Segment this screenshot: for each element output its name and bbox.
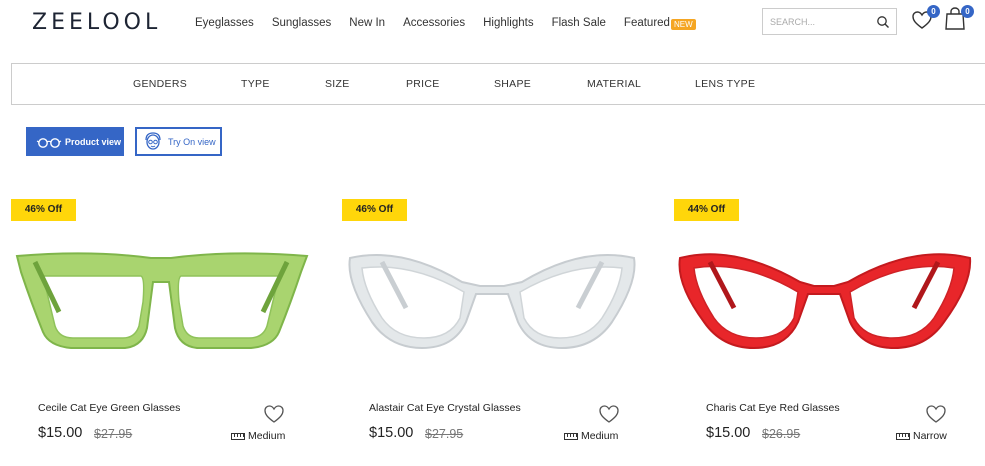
product-name[interactable]: Alastair Cat Eye Crystal Glasses xyxy=(369,402,521,414)
main-nav: Eyeglasses Sunglasses New In Accessories… xyxy=(195,17,714,30)
nav-eyeglasses[interactable]: Eyeglasses xyxy=(195,17,254,29)
try-on-view-button[interactable]: Try On view xyxy=(135,127,222,156)
filter-genders[interactable]: GENDERS xyxy=(133,78,187,90)
product-price: $15.00 xyxy=(38,425,83,441)
nav-flash-sale[interactable]: Flash Sale xyxy=(552,17,606,29)
product-card[interactable]: 46% Off Cecile Cat Eye Green Glasses $15… xyxy=(11,198,321,466)
product-price: $15.00 xyxy=(706,425,751,441)
filter-material[interactable]: MATERIAL xyxy=(587,78,641,90)
ruler-icon xyxy=(564,432,578,440)
product-price: $15.00 xyxy=(369,425,414,441)
nav-accessories[interactable]: Accessories xyxy=(403,17,465,29)
product-image-green-cat-eye-glasses[interactable] xyxy=(11,242,311,362)
product-view-label: Product view xyxy=(65,136,122,147)
brand-logo[interactable]: ZEELOOL xyxy=(32,10,161,35)
glasses-icon xyxy=(36,137,62,148)
product-image-red-cat-eye-glasses[interactable] xyxy=(674,242,974,362)
ruler-icon xyxy=(896,432,910,440)
frame-size-label: Medium xyxy=(581,430,619,442)
frame-size-label: Narrow xyxy=(913,430,947,442)
nav-featured[interactable]: Featured NEW xyxy=(623,17,696,30)
filter-shape[interactable]: SHAPE xyxy=(494,78,531,90)
frame-size: Medium xyxy=(564,430,618,442)
filter-type[interactable]: TYPE xyxy=(241,78,270,90)
search-box xyxy=(762,8,897,35)
site-header: ZEELOOL Eyeglasses Sunglasses New In Acc… xyxy=(0,0,985,48)
nav-sunglasses[interactable]: Sunglasses xyxy=(272,17,331,29)
wishlist-count-badge: 0 xyxy=(927,5,940,18)
ruler-icon xyxy=(231,432,245,440)
filter-price[interactable]: PRICE xyxy=(406,78,440,90)
product-view-button[interactable]: Product view xyxy=(26,127,124,156)
filter-size[interactable]: SIZE xyxy=(325,78,350,90)
nav-new-in[interactable]: New In xyxy=(349,17,385,29)
frame-size-label: Medium xyxy=(248,430,286,442)
add-to-wishlist-heart-icon[interactable] xyxy=(263,404,285,424)
discount-badge: 46% Off xyxy=(342,199,407,221)
nav-highlights[interactable]: Highlights xyxy=(483,17,534,29)
product-name[interactable]: Charis Cat Eye Red Glasses xyxy=(706,402,840,414)
product-card[interactable]: 46% Off Alastair Cat Eye Crystal Glasses… xyxy=(342,198,652,466)
product-name[interactable]: Cecile Cat Eye Green Glasses xyxy=(38,402,180,414)
product-card[interactable]: 44% Off Charis Cat Eye Red Glasses $15.0… xyxy=(674,198,984,466)
add-to-wishlist-heart-icon[interactable] xyxy=(925,404,947,424)
filter-lens-type[interactable]: LENS TYPE xyxy=(695,78,755,90)
new-badge: NEW xyxy=(670,19,696,30)
product-original-price: $27.95 xyxy=(425,427,464,441)
product-image-crystal-cat-eye-glasses[interactable] xyxy=(342,242,642,362)
discount-badge: 44% Off xyxy=(674,199,739,221)
nav-featured-label: Featured xyxy=(623,17,670,29)
add-to-wishlist-heart-icon[interactable] xyxy=(598,404,620,424)
try-on-view-label: Try On view xyxy=(168,136,216,147)
cart-count-badge: 0 xyxy=(961,5,974,18)
frame-size: Medium xyxy=(231,430,285,442)
search-icon[interactable] xyxy=(876,15,890,29)
face-avatar-icon xyxy=(145,131,161,150)
filter-bar: GENDERS TYPE SIZE PRICE SHAPE MATERIAL L… xyxy=(11,63,985,105)
product-original-price: $27.95 xyxy=(94,427,133,441)
search-input[interactable] xyxy=(763,9,863,34)
discount-badge: 46% Off xyxy=(11,199,76,221)
frame-size: Narrow xyxy=(896,430,947,442)
product-original-price: $26.95 xyxy=(762,427,801,441)
